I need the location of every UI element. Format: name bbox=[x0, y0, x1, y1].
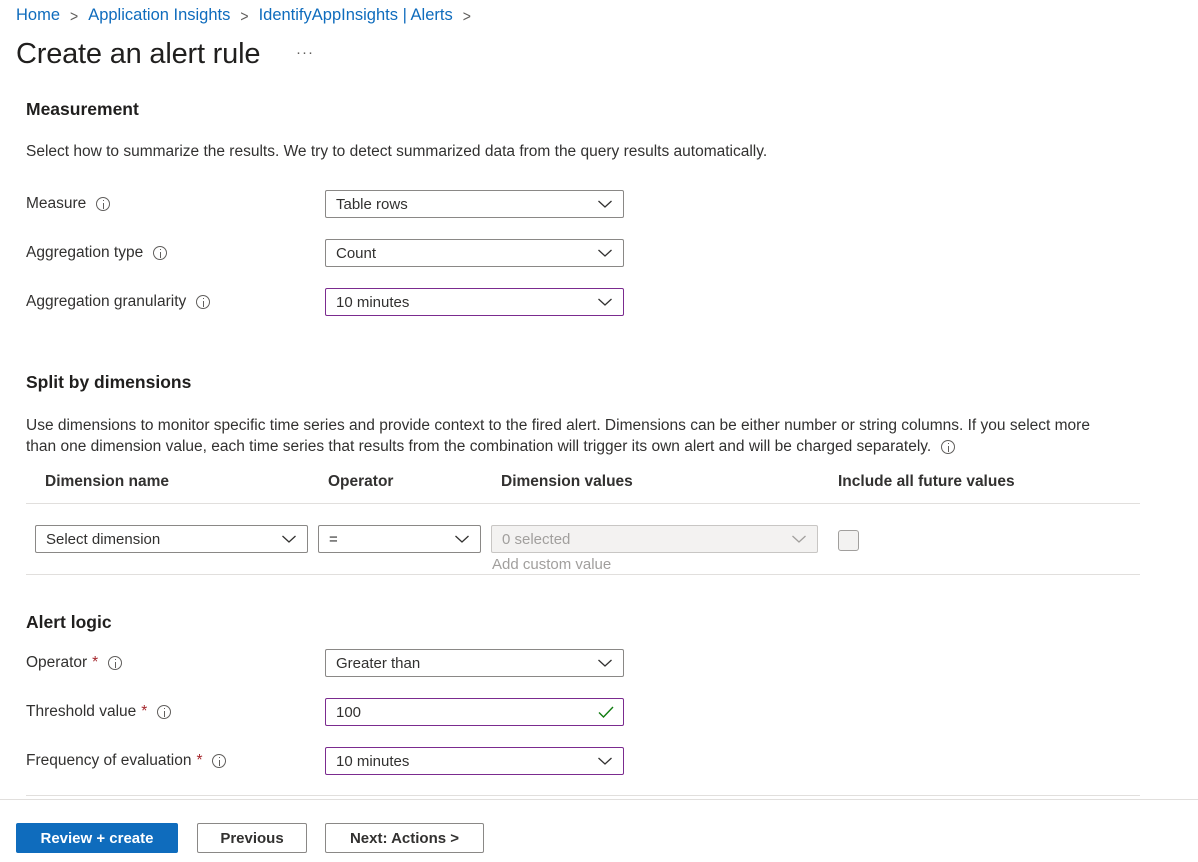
column-operator: Operator bbox=[328, 473, 394, 490]
aggregation-type-label-text: Aggregation type bbox=[26, 244, 144, 261]
threshold-label-text: Threshold value bbox=[26, 703, 137, 720]
info-icon[interactable] bbox=[212, 754, 227, 768]
dimension-values-value: 0 selected bbox=[502, 530, 571, 548]
measure-dropdown[interactable]: Table rows bbox=[325, 190, 624, 218]
dimension-name-dropdown[interactable]: Select dimension bbox=[35, 525, 308, 553]
chevron-down-icon bbox=[597, 655, 613, 671]
info-icon[interactable] bbox=[153, 246, 168, 260]
chevron-down-icon bbox=[597, 753, 613, 769]
footer-divider bbox=[0, 799, 1198, 800]
checkmark-icon bbox=[597, 704, 615, 720]
column-include-future-values: Include all future values bbox=[838, 473, 1015, 490]
dimension-values-dropdown: 0 selected bbox=[491, 525, 818, 553]
split-description-line-2: than one dimension value, each time seri… bbox=[26, 438, 932, 455]
aggregation-type-value: Count bbox=[336, 244, 377, 262]
split-dimensions-description: Use dimensions to monitor specific time … bbox=[26, 415, 1136, 457]
aggregation-type-dropdown[interactable]: Count bbox=[325, 239, 624, 267]
frequency-dropdown[interactable]: 10 minutes bbox=[325, 747, 624, 775]
column-dimension-name: Dimension name bbox=[45, 473, 170, 490]
aggregation-type-label: Aggregation type bbox=[26, 239, 168, 267]
chevron-right-icon: > bbox=[240, 6, 249, 25]
dimension-name-placeholder: Select dimension bbox=[46, 530, 161, 548]
chevron-right-icon: > bbox=[70, 6, 79, 25]
required-marker: * bbox=[196, 752, 203, 769]
operator-value: Greater than bbox=[336, 654, 421, 672]
info-icon[interactable] bbox=[941, 439, 956, 454]
dimension-operator-dropdown[interactable]: = bbox=[318, 525, 481, 553]
add-custom-value-link: Add custom value bbox=[492, 556, 612, 573]
more-options-icon[interactable]: ··· bbox=[296, 44, 314, 61]
alert-logic-heading: Alert logic bbox=[26, 612, 112, 632]
previous-button[interactable]: Previous bbox=[197, 823, 307, 853]
page-title: Create an alert rule bbox=[16, 38, 261, 70]
breadcrumb: Home > Application Insights > IdentifyAp… bbox=[16, 6, 481, 25]
breadcrumb-alerts[interactable]: IdentifyAppInsights | Alerts bbox=[259, 6, 453, 25]
aggregation-granularity-dropdown[interactable]: 10 minutes bbox=[325, 288, 624, 316]
operator-label: Operator * bbox=[26, 649, 123, 677]
info-icon[interactable] bbox=[108, 656, 123, 670]
chevron-down-icon bbox=[597, 196, 613, 212]
info-icon[interactable] bbox=[157, 705, 172, 719]
section-divider bbox=[26, 795, 1140, 796]
info-icon[interactable] bbox=[196, 295, 211, 309]
chevron-down-icon bbox=[791, 531, 807, 547]
include-future-values-checkbox[interactable] bbox=[838, 530, 859, 551]
table-row-divider bbox=[26, 574, 1140, 575]
threshold-label: Threshold value * bbox=[26, 698, 172, 726]
required-marker: * bbox=[141, 703, 148, 720]
chevron-right-icon: > bbox=[462, 6, 471, 25]
column-dimension-values: Dimension values bbox=[501, 473, 633, 490]
frequency-value: 10 minutes bbox=[336, 752, 410, 770]
breadcrumb-application-insights[interactable]: Application Insights bbox=[88, 6, 230, 25]
aggregation-granularity-label-text: Aggregation granularity bbox=[26, 293, 187, 310]
dimension-operator-value: = bbox=[329, 530, 338, 548]
chevron-down-icon bbox=[597, 294, 613, 310]
table-header-divider bbox=[26, 503, 1140, 504]
measure-label: Measure bbox=[26, 190, 111, 218]
aggregation-granularity-label: Aggregation granularity bbox=[26, 288, 211, 316]
frequency-label: Frequency of evaluation * bbox=[26, 747, 227, 775]
info-icon[interactable] bbox=[96, 197, 111, 211]
measure-value: Table rows bbox=[336, 195, 408, 213]
aggregation-granularity-value: 10 minutes bbox=[336, 293, 410, 311]
next-actions-button[interactable]: Next: Actions > bbox=[325, 823, 484, 853]
frequency-label-text: Frequency of evaluation bbox=[26, 752, 192, 769]
measurement-heading: Measurement bbox=[26, 99, 139, 119]
threshold-input[interactable]: 100 bbox=[325, 698, 624, 726]
threshold-value: 100 bbox=[336, 703, 362, 721]
required-marker: * bbox=[92, 654, 99, 671]
chevron-down-icon bbox=[454, 531, 470, 547]
split-description-line-1: Use dimensions to monitor specific time … bbox=[26, 417, 1090, 434]
review-create-button[interactable]: Review + create bbox=[16, 823, 178, 853]
chevron-down-icon bbox=[281, 531, 297, 547]
operator-dropdown[interactable]: Greater than bbox=[325, 649, 624, 677]
breadcrumb-home[interactable]: Home bbox=[16, 6, 60, 25]
split-description-line-2-row: than one dimension value, each time seri… bbox=[26, 436, 1136, 457]
measurement-description: Select how to summarize the results. We … bbox=[26, 143, 768, 160]
operator-label-text: Operator bbox=[26, 654, 88, 671]
chevron-down-icon bbox=[597, 245, 613, 261]
split-dimensions-heading: Split by dimensions bbox=[26, 372, 192, 392]
measure-label-text: Measure bbox=[26, 195, 87, 212]
